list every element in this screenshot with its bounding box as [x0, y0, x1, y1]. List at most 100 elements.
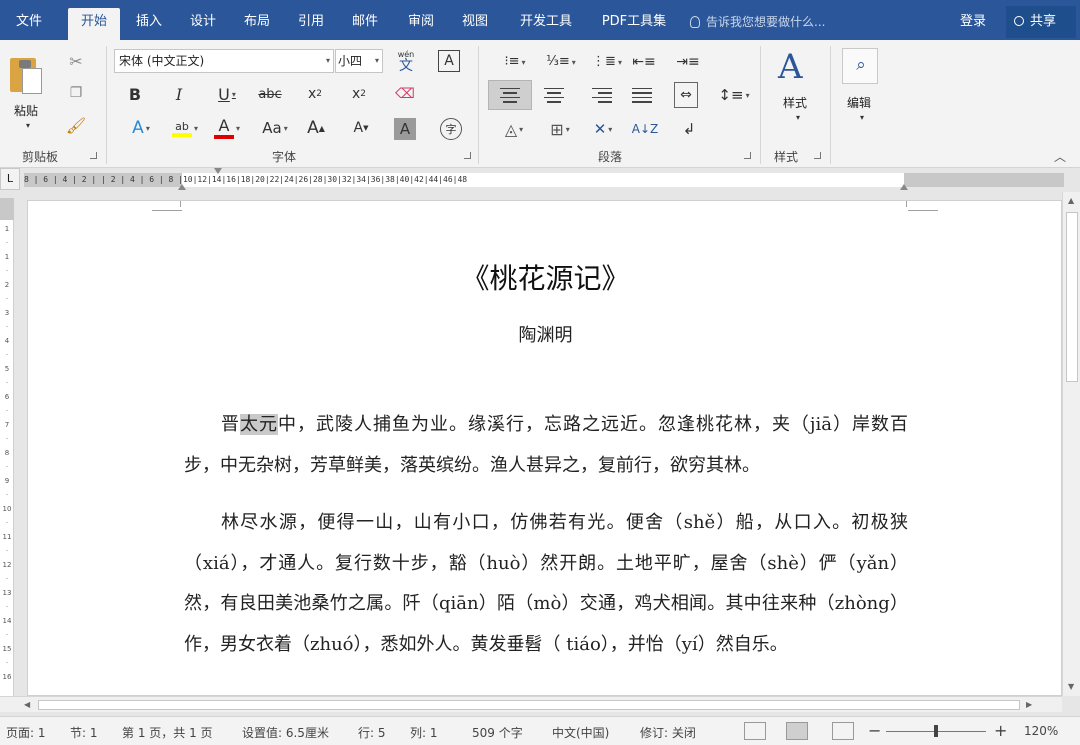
borders-button[interactable]: ⊞: [540, 116, 580, 142]
grow-font-button[interactable]: A ▲: [304, 116, 328, 140]
styles-dropdown[interactable]: ▾: [792, 112, 804, 122]
styles-icon[interactable]: A: [778, 44, 818, 90]
horizontal-scroll-thumb[interactable]: [38, 700, 1020, 710]
scroll-up-arrow[interactable]: ▲: [1068, 196, 1074, 205]
distributed-button[interactable]: ⇔: [674, 82, 698, 108]
document-title[interactable]: 《桃花源记》: [28, 257, 1061, 297]
tell-me-placeholder: 告诉我您想要做什么...: [706, 15, 826, 29]
character-border-button[interactable]: A: [438, 50, 460, 72]
italic-button[interactable]: I: [168, 82, 190, 106]
horizontal-scrollbar[interactable]: ◀ ▶: [0, 696, 1062, 712]
tab-references[interactable]: 引用: [288, 8, 334, 40]
status-page-count[interactable]: 第 1 页，共 1 页: [122, 724, 213, 741]
underline-button[interactable]: U: [210, 82, 244, 106]
read-mode-button[interactable]: [744, 722, 766, 740]
font-color-button[interactable]: A: [210, 116, 244, 140]
align-center-button[interactable]: [540, 80, 568, 110]
right-indent-marker[interactable]: [900, 184, 908, 190]
tab-insert[interactable]: 插入: [126, 8, 172, 40]
styles-group-label: 样式: [774, 150, 799, 164]
paste-dropdown[interactable]: ▾: [22, 120, 34, 130]
tab-file[interactable]: 文件: [6, 8, 52, 40]
scroll-down-arrow[interactable]: ▼: [1068, 682, 1074, 691]
align-left-button[interactable]: [488, 80, 532, 110]
justify-button[interactable]: [628, 80, 656, 110]
increase-indent-button[interactable]: ⇥≡: [676, 50, 700, 74]
clipboard-launcher[interactable]: [90, 152, 97, 159]
chinese-layout-button[interactable]: ✕: [586, 116, 620, 142]
paragraph-2[interactable]: 林尽水源，便得一山，山有小口，仿佛若有光。便舍（shě）船，从口入。初极狭（xi…: [184, 503, 908, 665]
tab-view[interactable]: 视图: [452, 8, 498, 40]
first-line-indent-marker[interactable]: [214, 168, 222, 174]
phonetic-guide-button[interactable]: wén 文: [392, 46, 420, 78]
zoom-out-button[interactable]: −: [868, 721, 881, 740]
copy-icon[interactable]: ❐: [64, 82, 88, 104]
editing-button[interactable]: ⌕: [842, 48, 878, 84]
tab-pdf-tools[interactable]: PDF工具集: [592, 8, 676, 40]
font-name-select[interactable]: 宋体 (中文正文) ▾: [114, 49, 334, 73]
font-launcher[interactable]: [464, 152, 471, 159]
cut-icon[interactable]: ✂: [64, 50, 88, 72]
character-shading-button[interactable]: A: [394, 118, 416, 140]
status-setting[interactable]: 设置值: 6.5厘米: [242, 724, 329, 741]
status-word-count[interactable]: 509 个字: [472, 724, 523, 741]
change-case-button[interactable]: Aa: [258, 116, 292, 140]
paragraph-1[interactable]: 晋太元中，武陵人捕鱼为业。缘溪行，忘路之远近。忽逢桃花林，夹（jiā）岸数百步，…: [184, 405, 908, 486]
tab-mailings[interactable]: 邮件: [342, 8, 388, 40]
document-page[interactable]: 《桃花源记》 陶渊明 晋太元中，武陵人捕鱼为业。缘溪行，忘路之远近。忽逢桃花林，…: [27, 200, 1062, 696]
enclose-characters-button[interactable]: 字: [440, 118, 462, 140]
paragraph-launcher[interactable]: [744, 152, 751, 159]
zoom-level[interactable]: 120%: [1024, 724, 1058, 738]
status-line[interactable]: 行: 5: [358, 724, 386, 741]
decrease-indent-button[interactable]: ⇤≡: [632, 50, 656, 74]
lightbulb-icon: [690, 16, 700, 28]
vertical-scrollbar[interactable]: ▲ ▼: [1062, 192, 1080, 696]
selected-text[interactable]: 太元: [240, 414, 278, 435]
show-marks-button[interactable]: ↲: [678, 116, 700, 142]
hanging-indent-marker[interactable]: [178, 184, 186, 190]
sort-button[interactable]: A↓Z: [632, 116, 658, 142]
line-spacing-button[interactable]: ↕≡: [716, 82, 752, 108]
login-link[interactable]: 登录: [960, 8, 986, 36]
styles-launcher[interactable]: [814, 152, 821, 159]
bold-button[interactable]: B: [124, 82, 146, 106]
align-right-button[interactable]: [584, 80, 612, 110]
share-button[interactable]: 共享: [1006, 6, 1076, 38]
subscript-button[interactable]: x2: [304, 82, 326, 106]
highlight-color-button[interactable]: ab: [166, 116, 204, 140]
text-effects-button[interactable]: A: [124, 116, 158, 140]
format-painter-icon[interactable]: 🖌: [64, 114, 88, 136]
strikethrough-button[interactable]: abc: [256, 82, 284, 106]
web-layout-button[interactable]: [832, 722, 854, 740]
status-language[interactable]: 中文(中国): [552, 724, 609, 741]
print-layout-button[interactable]: [786, 722, 808, 740]
document-author[interactable]: 陶渊明: [28, 321, 1061, 347]
superscript-button[interactable]: x2: [348, 82, 370, 106]
scroll-left-arrow[interactable]: ◀: [24, 700, 30, 709]
tab-design[interactable]: 设计: [180, 8, 226, 40]
status-section[interactable]: 节: 1: [70, 724, 98, 741]
tab-home[interactable]: 开始: [68, 8, 120, 40]
tab-selector[interactable]: L: [0, 168, 20, 190]
tab-review[interactable]: 审阅: [398, 8, 444, 40]
editing-dropdown[interactable]: ▾: [856, 112, 868, 122]
multilevel-list-button[interactable]: ⋮≣: [586, 50, 628, 74]
clear-formatting-icon[interactable]: ⌫: [394, 82, 416, 106]
shrink-font-button[interactable]: A ▼: [350, 116, 372, 140]
shading-button[interactable]: ◬: [494, 116, 534, 142]
tab-layout[interactable]: 布局: [234, 8, 280, 40]
vertical-scroll-thumb[interactable]: [1066, 212, 1078, 382]
numbering-button[interactable]: ⅓≡: [540, 50, 582, 74]
zoom-in-button[interactable]: +: [994, 721, 1007, 740]
collapse-ribbon-icon[interactable]: ︿: [1054, 148, 1066, 165]
font-size-select[interactable]: 小四 ▾: [335, 49, 383, 73]
tell-me-search[interactable]: 告诉我您想要做什么...: [690, 8, 825, 36]
status-track-changes[interactable]: 修订: 关闭: [640, 724, 696, 741]
bullets-button[interactable]: ⁝≡: [494, 50, 536, 74]
paste-button[interactable]: [8, 52, 44, 96]
scroll-right-arrow[interactable]: ▶: [1026, 700, 1032, 709]
tab-developer[interactable]: 开发工具: [508, 8, 584, 40]
status-page[interactable]: 页面: 1: [6, 724, 46, 741]
zoom-slider-knob[interactable]: [934, 725, 938, 737]
status-column[interactable]: 列: 1: [410, 724, 438, 741]
